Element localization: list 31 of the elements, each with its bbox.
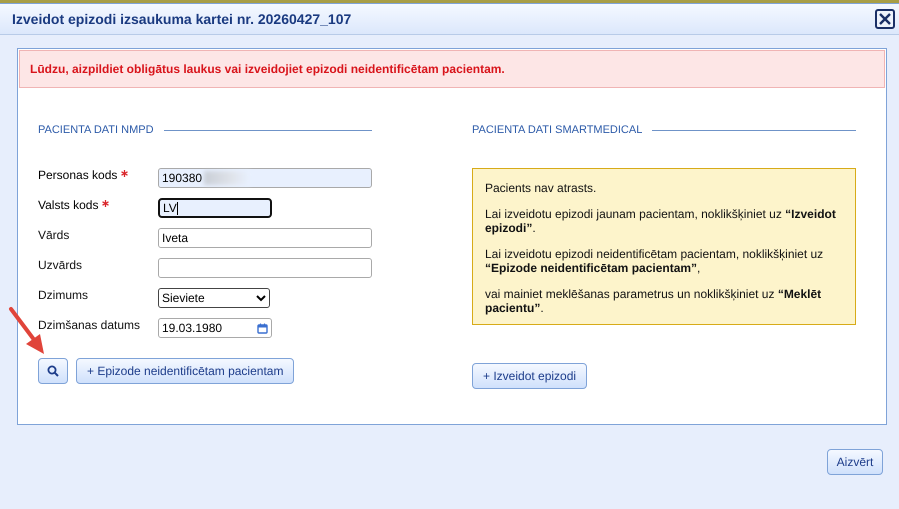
field-label: Dzimums: [38, 288, 88, 302]
text-field[interactable]: 190380: [158, 168, 372, 188]
info-paragraph: Lai izveidotu epizodi jaunam pacientam, noklikšķiniet uz “Izveidot epizodi”.: [485, 207, 837, 235]
error-alert: Lūdzu, aizpildiet obligātus laukus vai izveidojiet epizodi neidentificētam pacientam.: [19, 50, 885, 88]
section-heading: PACIENTA DATI NMPD: [38, 124, 154, 136]
close-dialog-button[interactable]: Aizvērt: [827, 449, 883, 475]
create-episode-button[interactable]: + Izveidot epizodi: [472, 363, 588, 389]
close-icon: [879, 13, 891, 25]
chevron-icon: [256, 294, 266, 302]
window-title: Izveidot epizodi izsaukuma kartei nr. 20260427_107: [12, 11, 352, 27]
field-label: Valsts kods: [38, 198, 98, 212]
field-label: Vārds: [38, 228, 70, 242]
text-field[interactable]: LV: [158, 198, 272, 218]
required-icon: [121, 170, 128, 177]
field-label: Personas kods: [38, 168, 118, 182]
date-field[interactable]: 19.03.1980: [158, 318, 272, 338]
info-paragraph: Lai izveidotu epizodi neidentificētam pacientam, noklikšķiniet uz “Epizode neidentificētam pacientam”,: [485, 247, 824, 275]
text-field[interactable]: [158, 258, 372, 278]
gender-select[interactable]: Sieviete: [158, 288, 270, 308]
field-label: Uzvārds: [38, 258, 82, 272]
search-button[interactable]: [38, 358, 68, 384]
required-icon: [102, 200, 110, 207]
section-heading: PACIENTA DATI SMARTMEDICAL: [472, 124, 642, 136]
unidentified-episode-button[interactable]: + Epizode neidentificētam pacientam: [76, 358, 294, 384]
calendar-icon: [257, 322, 268, 334]
info-paragraph: Pacients nav atrasts.: [485, 181, 598, 195]
text-field[interactable]: Iveta: [158, 228, 372, 248]
field-label: Dzimšanas datums: [38, 318, 140, 332]
search-icon: [47, 365, 59, 377]
close-button[interactable]: [875, 9, 895, 29]
info-paragraph: vai mainiet meklēšanas parametrus un noklikšķiniet uz “Meklēt pacientu”.: [485, 287, 822, 315]
